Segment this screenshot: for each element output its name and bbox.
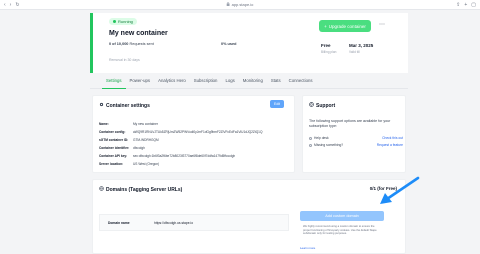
upgrade-label: Upgrade container bbox=[328, 23, 366, 29]
settings-title-text: Container settings bbox=[106, 102, 150, 109]
setting-row-gtm-id: sGTM container ID: GTM-WDRHGQM bbox=[99, 138, 159, 142]
setting-key: Server location: bbox=[99, 162, 124, 166]
support-title-text: Support bbox=[316, 102, 336, 109]
lock-icon bbox=[226, 2, 230, 7]
setting-value: GTM-WDRHGQM bbox=[133, 138, 159, 142]
plus-icon: + bbox=[324, 23, 327, 29]
browser-actions: ⇪ + ▢ bbox=[456, 2, 476, 8]
setting-value: dfxcolgh bbox=[133, 146, 145, 150]
container-settings-panel: Container settings Edit Name: My new con… bbox=[92, 95, 295, 173]
status-dot-icon bbox=[113, 20, 116, 23]
globe-icon bbox=[99, 186, 104, 193]
removal-note: Removal in 30 days bbox=[109, 58, 140, 62]
container-settings-title: Container settings bbox=[99, 102, 150, 109]
domain-recommendation-note: We highly recommend using a custom domai… bbox=[303, 225, 377, 235]
status-text: Running bbox=[118, 19, 133, 24]
radio-icon bbox=[309, 136, 312, 140]
setting-row-name: Name: My new container bbox=[99, 122, 158, 126]
url-text: app.stape.io bbox=[231, 2, 254, 7]
support-icon bbox=[309, 102, 314, 109]
tab-logs[interactable]: Logs bbox=[221, 73, 238, 89]
page-title: My new container bbox=[109, 30, 168, 37]
domains-panel: Domains (Tagging Server URLs) 0/1 (for F… bbox=[92, 179, 406, 254]
more-options-icon[interactable]: ⋯ bbox=[377, 21, 387, 31]
share-icon[interactable]: ⇪ bbox=[456, 2, 460, 8]
support-option-request[interactable]: Missing something? Request a feature bbox=[309, 143, 403, 147]
tab-subscription[interactable]: Subscription bbox=[190, 73, 222, 89]
setting-key: Container API key: bbox=[99, 154, 128, 158]
forward-icon[interactable]: › bbox=[10, 2, 12, 8]
setting-key: sGTM container ID: bbox=[99, 138, 129, 142]
browser-toolbar: ‹ › ↻ app.stape.io ⇪ + ▢ bbox=[0, 0, 480, 10]
setting-key: Name: bbox=[99, 122, 109, 126]
gear-icon bbox=[99, 102, 104, 109]
support-title: Support bbox=[309, 102, 335, 109]
container-header: Running My new container 0 of 10,000 Req… bbox=[90, 13, 408, 73]
setting-row-api-key: Container API key: sec:dfxcolgh:1b6f3a2f… bbox=[99, 154, 235, 158]
reload-icon[interactable]: ↻ bbox=[15, 2, 19, 8]
setting-key: Container identifier: bbox=[99, 146, 130, 150]
edit-button[interactable]: Edit bbox=[270, 100, 284, 108]
usage-percent: 0% used bbox=[221, 42, 237, 46]
container-page: Running My new container 0 of 10,000 Req… bbox=[90, 10, 408, 254]
domain-value: https://dfxcolgh.us.stape.io bbox=[154, 220, 194, 225]
usage-label: Requests sent bbox=[129, 42, 154, 46]
address-bar[interactable]: app.stape.io bbox=[226, 2, 254, 7]
billing-plan: Free bbox=[321, 43, 331, 48]
setting-row-config: Container config: aWQ9R1RNLVJTUk5ZRjUmZW… bbox=[99, 130, 262, 134]
add-custom-domain-button[interactable]: Add custom domain bbox=[300, 211, 384, 221]
setting-value: US West (Oregon) bbox=[133, 162, 160, 166]
valid-till-label: Valid till bbox=[349, 50, 360, 54]
back-icon[interactable]: ‹ bbox=[4, 2, 6, 8]
support-option-link[interactable]: Check this out bbox=[382, 136, 403, 140]
setting-value: My new container bbox=[133, 122, 158, 126]
status-badge: Running bbox=[109, 18, 137, 25]
tab-stats[interactable]: Stats bbox=[267, 73, 285, 89]
tab-bar: Settings Power-ups Analytics Hero Subscr… bbox=[90, 73, 408, 89]
support-panel: Support The following support options ar… bbox=[302, 95, 406, 173]
valid-till-date: Mar 3, 2025 bbox=[349, 43, 374, 48]
learn-more-link[interactable]: Learn more bbox=[300, 246, 315, 250]
tab-power-ups[interactable]: Power-ups bbox=[126, 73, 155, 89]
domains-title: Domains (Tagging Server URLs) bbox=[99, 186, 182, 193]
radio-icon bbox=[309, 143, 312, 147]
setting-key: Container config: bbox=[99, 130, 126, 134]
support-option-link[interactable]: Request a feature bbox=[377, 143, 403, 147]
support-description: The following support options are availa… bbox=[309, 119, 391, 128]
upgrade-container-button[interactable]: + Upgrade container bbox=[319, 20, 371, 32]
setting-value[interactable]: aWQ9R1RNLVJTUk5ZRjUmZW52PWVudi0yJmF1dGg9… bbox=[133, 130, 262, 134]
domain-key: Domain name bbox=[108, 220, 130, 225]
support-option-label: Missing something? bbox=[314, 143, 344, 147]
setting-row-identifier: Container identifier: dfxcolgh bbox=[99, 146, 145, 150]
browser-nav: ‹ › ↻ bbox=[4, 2, 20, 8]
plus-icon[interactable]: + bbox=[464, 2, 467, 8]
support-option-label: Help desk bbox=[314, 136, 329, 140]
support-option-help-desk[interactable]: Help desk Check this out bbox=[309, 136, 403, 140]
tab-connections[interactable]: Connections bbox=[285, 73, 317, 89]
tabs-icon[interactable]: ▢ bbox=[471, 2, 476, 8]
billing-plan-label: Billing plan bbox=[321, 50, 337, 54]
usage-summary: 0 of 10,000 Requests sent bbox=[109, 42, 154, 46]
tab-settings[interactable]: Settings bbox=[102, 73, 126, 89]
setting-value[interactable]: sec:dfxcolgh:1b6f3a2f6be72b8023f3770ae6f… bbox=[133, 154, 235, 158]
setting-row-location: Server location: US West (Oregon) bbox=[99, 162, 159, 166]
tab-analytics-hero[interactable]: Analytics Hero bbox=[154, 73, 190, 89]
domains-quota: 0/1 (for Free) bbox=[369, 186, 397, 191]
tab-monitoring[interactable]: Monitoring bbox=[239, 73, 267, 89]
usage-count: 0 of 10,000 bbox=[109, 42, 129, 46]
domain-row: Domain name https://dfxcolgh.us.stape.io bbox=[99, 214, 289, 231]
domains-title-text: Domains (Tagging Server URLs) bbox=[106, 186, 183, 193]
